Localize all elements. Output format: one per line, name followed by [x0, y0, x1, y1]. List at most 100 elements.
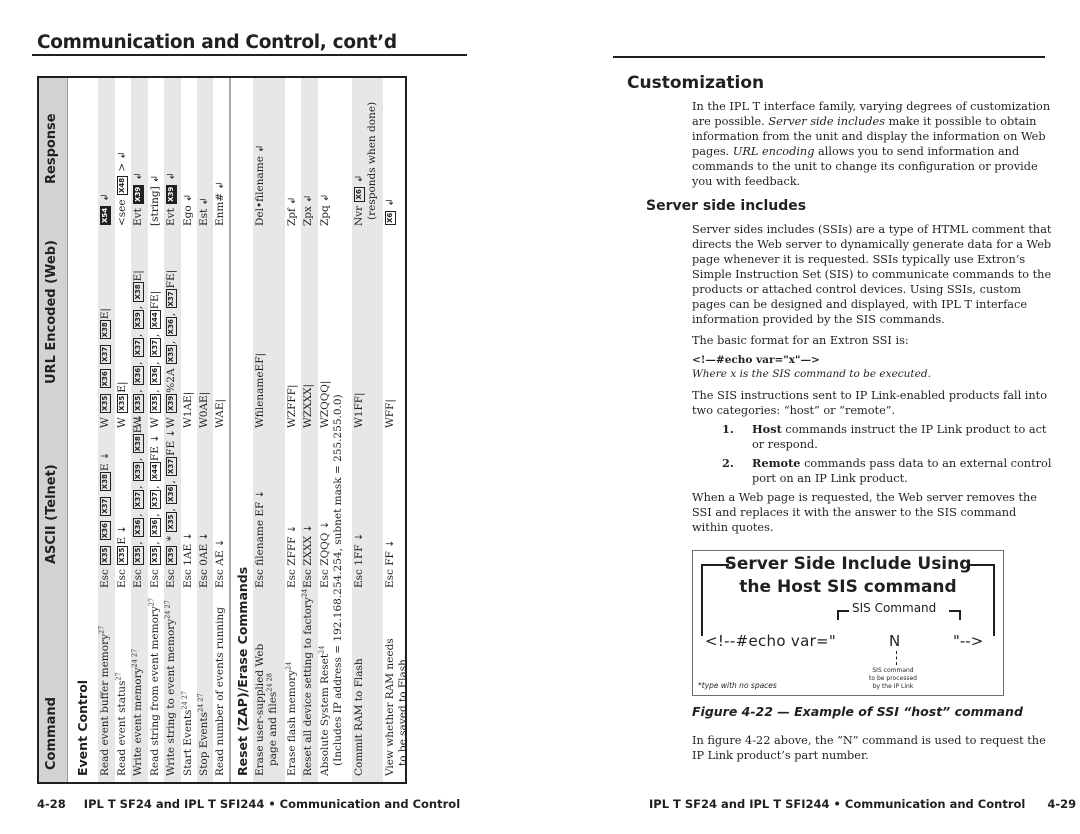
cell-response: Est ↲ — [198, 196, 210, 226]
table-row: Erase flash memory24 Esc ZFFF ↓ WZFFF| Zpf … — [285, 78, 301, 782]
cell-ascii: Esc ZQQQ ↓ — [319, 520, 331, 588]
variable-token: X39 — [133, 310, 144, 330]
cell-response: Evt X39 ↲ — [165, 171, 177, 226]
variable-token: X38 — [100, 320, 111, 340]
variable-token: X44 — [150, 310, 161, 330]
carriage-return-icon: ↲ — [117, 151, 128, 160]
cell-url: WZQQQ| — [319, 380, 331, 428]
footer-text: IPL T SF24 and IPL T SFI244 • Communicat… — [649, 797, 1026, 811]
ssi-figure: Server Side Include Using the Host SIS c… — [692, 550, 1004, 696]
table-row: Absolute System Reset24 (Includes IP addr… — [318, 78, 352, 782]
page-number: 4-28 — [37, 797, 66, 811]
variable-token: X35 — [150, 393, 161, 413]
carriage-return-icon: ↲ — [320, 193, 331, 202]
cell-command: View whether RAM needs to be saved to Fla… — [384, 638, 409, 776]
variable-token: X35 — [133, 545, 144, 565]
page-title: Communication and Control, cont’d — [37, 32, 397, 53]
cell-ascii: Esc X35E ↓ — [116, 525, 128, 588]
bracket-line — [701, 564, 703, 636]
cell-response: Evt X39 ↲ — [132, 171, 144, 226]
cell-url: WFF| — [384, 399, 396, 428]
variable-token: X6 — [354, 187, 365, 202]
cell-ascii: Esc ZFFF ↓ — [286, 524, 298, 588]
list-number: 1. — [722, 422, 734, 436]
intro-paragraph: In the IPL T interface family, varying d… — [692, 99, 1052, 189]
cell-command: Commit RAM to Flash — [353, 658, 365, 776]
bracket-line — [837, 610, 839, 620]
cell-response: Nvr X6 ↲ (responds when done) — [353, 101, 378, 226]
cell-response: Enm# ↲ — [214, 181, 226, 226]
variable-token: X36 — [166, 484, 177, 504]
table-row: Read event buffer memory27 Esc X35 X36 X3… — [98, 78, 115, 782]
header-url: URL Encoded (Web) — [44, 240, 59, 384]
carriage-return-icon: ↲ — [199, 196, 210, 206]
callout-leader — [896, 651, 897, 665]
escape-enter-icon: ↓ — [303, 524, 314, 533]
variable-token: X37 — [166, 456, 177, 476]
header-rule — [32, 54, 467, 56]
variable-token: X54 — [100, 205, 111, 225]
variable-token: X39 — [166, 184, 177, 204]
cell-command: Stop Events24 27 — [196, 693, 211, 776]
variable-token: X36 — [150, 365, 161, 386]
cell-ascii: Esc AE ↓ — [214, 538, 226, 588]
closing-paragraph: In figure 4-22 above, the “N” command is… — [692, 734, 1046, 762]
cell-url: W X35, X36, X37, X44FE| — [149, 290, 161, 428]
callout-line: SIS command — [872, 667, 914, 674]
escape-enter-icon: ↓ — [385, 539, 396, 548]
table-row: Commit RAM to Flash Esc 1FF ↓ W1FF| Nvr X6 … — [352, 78, 383, 782]
carriage-return-icon: ↲ — [215, 181, 226, 190]
variable-token: X36 — [133, 517, 144, 537]
cell-url: W0AE| — [198, 391, 210, 428]
cell-response: X54 ↲ — [99, 193, 112, 226]
cell-response: Del•filename ↲ — [254, 144, 266, 226]
format-code: <!—#echo var="x"—> — [692, 354, 820, 366]
table-row: Write event memory24 27 Esc X35, X36, X37… — [131, 78, 148, 782]
variable-token: X35 — [166, 345, 177, 365]
figure-title-line1: Server Side Include Using — [724, 554, 972, 574]
section-divider — [229, 78, 231, 782]
cell-command: Read event status27 — [114, 672, 129, 776]
cell-note: (Includes IP address = 192.168.254.254, … — [332, 394, 344, 766]
cell-command: Read string from event memory27 — [147, 597, 162, 776]
bracket-line — [967, 564, 995, 566]
variable-token: X38 — [100, 472, 111, 492]
list-number: 2. — [722, 456, 734, 470]
variable-token: X39 — [133, 184, 144, 204]
variable-token: X35 — [150, 545, 161, 565]
bracket-line — [837, 610, 849, 612]
escape-enter-icon: ↓ — [183, 532, 194, 541]
callout-line: to be processed — [869, 675, 917, 682]
variable-token: X35 — [100, 393, 111, 413]
variable-token: X36 — [166, 317, 177, 337]
sis-command-value: N — [889, 632, 901, 650]
variable-token: X35 — [117, 545, 128, 565]
cell-command: Erase flash memory24 — [284, 661, 299, 776]
variable-token: X35 — [117, 393, 128, 413]
carriage-return-icon: ↲ — [150, 174, 161, 183]
cell-response: Zpq ↲ — [319, 193, 331, 226]
table-row: Read string from event memory27 Esc X35, … — [148, 78, 164, 782]
escape-enter-icon: ↓ — [117, 525, 128, 534]
variable-token: X44 — [150, 462, 161, 482]
cell-ascii: Esc X35 X36 X37 X38E ↓ — [99, 451, 111, 588]
cell-ascii: Esc ZXXX ↓ — [302, 524, 314, 588]
footer-left: 4-28 IPL T SF24 and IPL T SFI244 • Commu… — [37, 797, 460, 811]
sis-command-label: SIS Command — [852, 601, 937, 615]
variable-token: X35 — [100, 545, 111, 565]
variable-token: X6 — [385, 210, 396, 225]
section-reset-erase: Reset (ZAP)/Erase Commands — [235, 566, 250, 776]
variable-token: X37 — [100, 496, 111, 516]
variable-token: X38 — [133, 434, 144, 454]
cell-ascii: Esc FF ↓ — [384, 539, 396, 588]
cell-ascii: Esc 1AE ↓ — [182, 532, 194, 588]
section-heading: Customization — [627, 73, 765, 93]
figure-caption: Figure 4-22 — Example of SSI “host” comm… — [692, 704, 1023, 719]
variable-token: X37 — [133, 489, 144, 510]
variable-token: X39 — [133, 462, 144, 482]
bracket-line — [701, 564, 729, 566]
callout-line: by the IP Link — [872, 683, 914, 690]
echo-close: "--> — [953, 632, 984, 650]
cell-ascii: Esc X35, X36, X37, X39, X38E ↓ — [132, 413, 144, 588]
table-row: Reset all device setting to factory24 Esc… — [301, 78, 318, 782]
